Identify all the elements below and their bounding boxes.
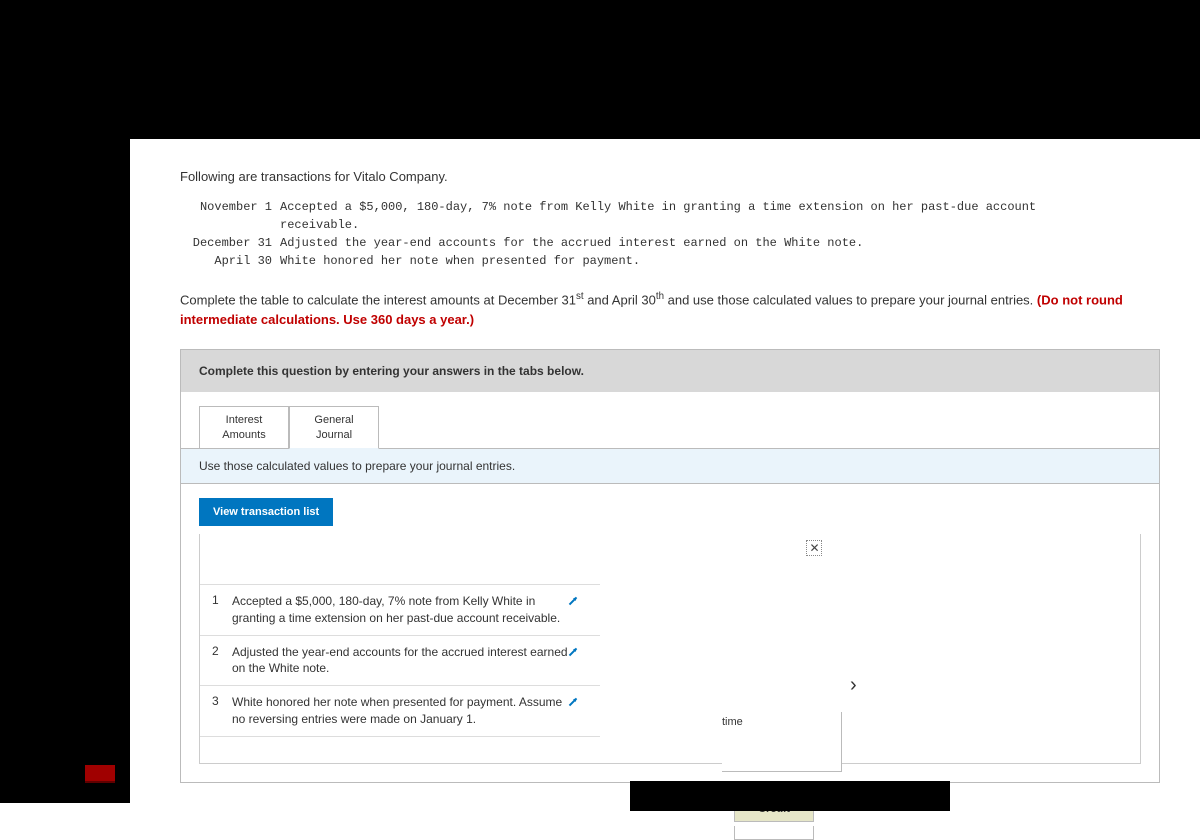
view-transaction-list-button[interactable]: View transaction list: [199, 498, 333, 526]
transaction-list-panel: ✕ 1 Accepted a $5,000, 180-day, 7% note …: [199, 534, 1141, 764]
list-item-number: 1: [212, 593, 232, 627]
tab-label: General Journal: [304, 413, 364, 442]
fragment-time-label: time: [722, 716, 743, 728]
edit-pencil-icon[interactable]: [568, 593, 588, 627]
tab-interest-amounts[interactable]: Interest Amounts: [199, 406, 289, 449]
instr-sup: th: [656, 291, 664, 302]
close-icon[interactable]: ✕: [806, 540, 822, 556]
given-txn-desc: Adjusted the year-end accounts for the a…: [280, 234, 1160, 252]
edit-pencil-icon[interactable]: [568, 644, 588, 678]
list-item-text: White honored her note when presented fo…: [232, 694, 568, 728]
instr-part: and April 30: [584, 292, 656, 307]
intro-text: Following are transactions for Vitalo Co…: [180, 169, 1160, 184]
given-txn-date: April 30: [180, 252, 280, 270]
list-item: 3 White honored her note when presented …: [200, 685, 600, 737]
list-item-text: Accepted a $5,000, 180-day, 7% note from…: [232, 593, 568, 627]
given-txn-desc: Accepted a $5,000, 180-day, 7% note from…: [280, 198, 1160, 216]
list-item: 1 Accepted a $5,000, 180-day, 7% note fr…: [200, 584, 600, 635]
tab-subinstruction: Use those calculated values to prepare y…: [181, 448, 1159, 484]
list-item-number: 2: [212, 644, 232, 678]
edit-pencil-icon[interactable]: [568, 694, 588, 728]
tab-label: Interest Amounts: [214, 413, 274, 442]
tab-strip: Interest Amounts General Journal: [181, 392, 1159, 449]
list-item: 2 Adjusted the year-end accounts for the…: [200, 635, 600, 686]
txn-desc-line: Accepted a $5,000, 180-day, 7% note from…: [280, 200, 1036, 214]
given-txn-row: April 30 White honored her note when pre…: [180, 252, 1160, 270]
answer-banner: Complete this question by entering your …: [181, 350, 1159, 392]
instr-part: and use those calculated values to prepa…: [664, 292, 1037, 307]
list-item-number: 3: [212, 694, 232, 728]
instr-sup: st: [576, 291, 584, 302]
main-row: Following are transactions for Vitalo Co…: [0, 139, 1200, 803]
instruction-text: Complete the table to calculate the inte…: [180, 290, 1160, 329]
given-txn-row: receivable.: [180, 216, 1160, 234]
tab-general-journal[interactable]: General Journal: [289, 406, 379, 449]
list-item-text: Adjusted the year-end accounts for the a…: [232, 644, 568, 678]
given-txn-date: November 1: [180, 198, 280, 216]
instr-part: Complete the table to calculate the inte…: [180, 292, 576, 307]
content-area: Following are transactions for Vitalo Co…: [130, 139, 1200, 803]
fragment-credit-cell[interactable]: [734, 826, 814, 840]
given-transactions: November 1 Accepted a $5,000, 180-day, 7…: [180, 198, 1160, 270]
chevron-right-icon[interactable]: ›: [850, 674, 857, 697]
bottom-blackbar: [630, 781, 950, 811]
given-txn-date: December 31: [180, 234, 280, 252]
fragment-time-box: time: [722, 712, 842, 772]
given-txn-desc: White honored her note when presented fo…: [280, 252, 1160, 270]
given-txn-date-blank: [180, 216, 280, 234]
given-txn-desc: receivable.: [280, 216, 1160, 234]
sidebar-red-badge: [85, 765, 115, 783]
top-blackbar: [0, 0, 1200, 139]
left-blackbar: [0, 139, 130, 803]
given-txn-row: November 1 Accepted a $5,000, 180-day, 7…: [180, 198, 1160, 216]
answer-container: Complete this question by entering your …: [180, 349, 1160, 783]
given-txn-row: December 31 Adjusted the year-end accoun…: [180, 234, 1160, 252]
